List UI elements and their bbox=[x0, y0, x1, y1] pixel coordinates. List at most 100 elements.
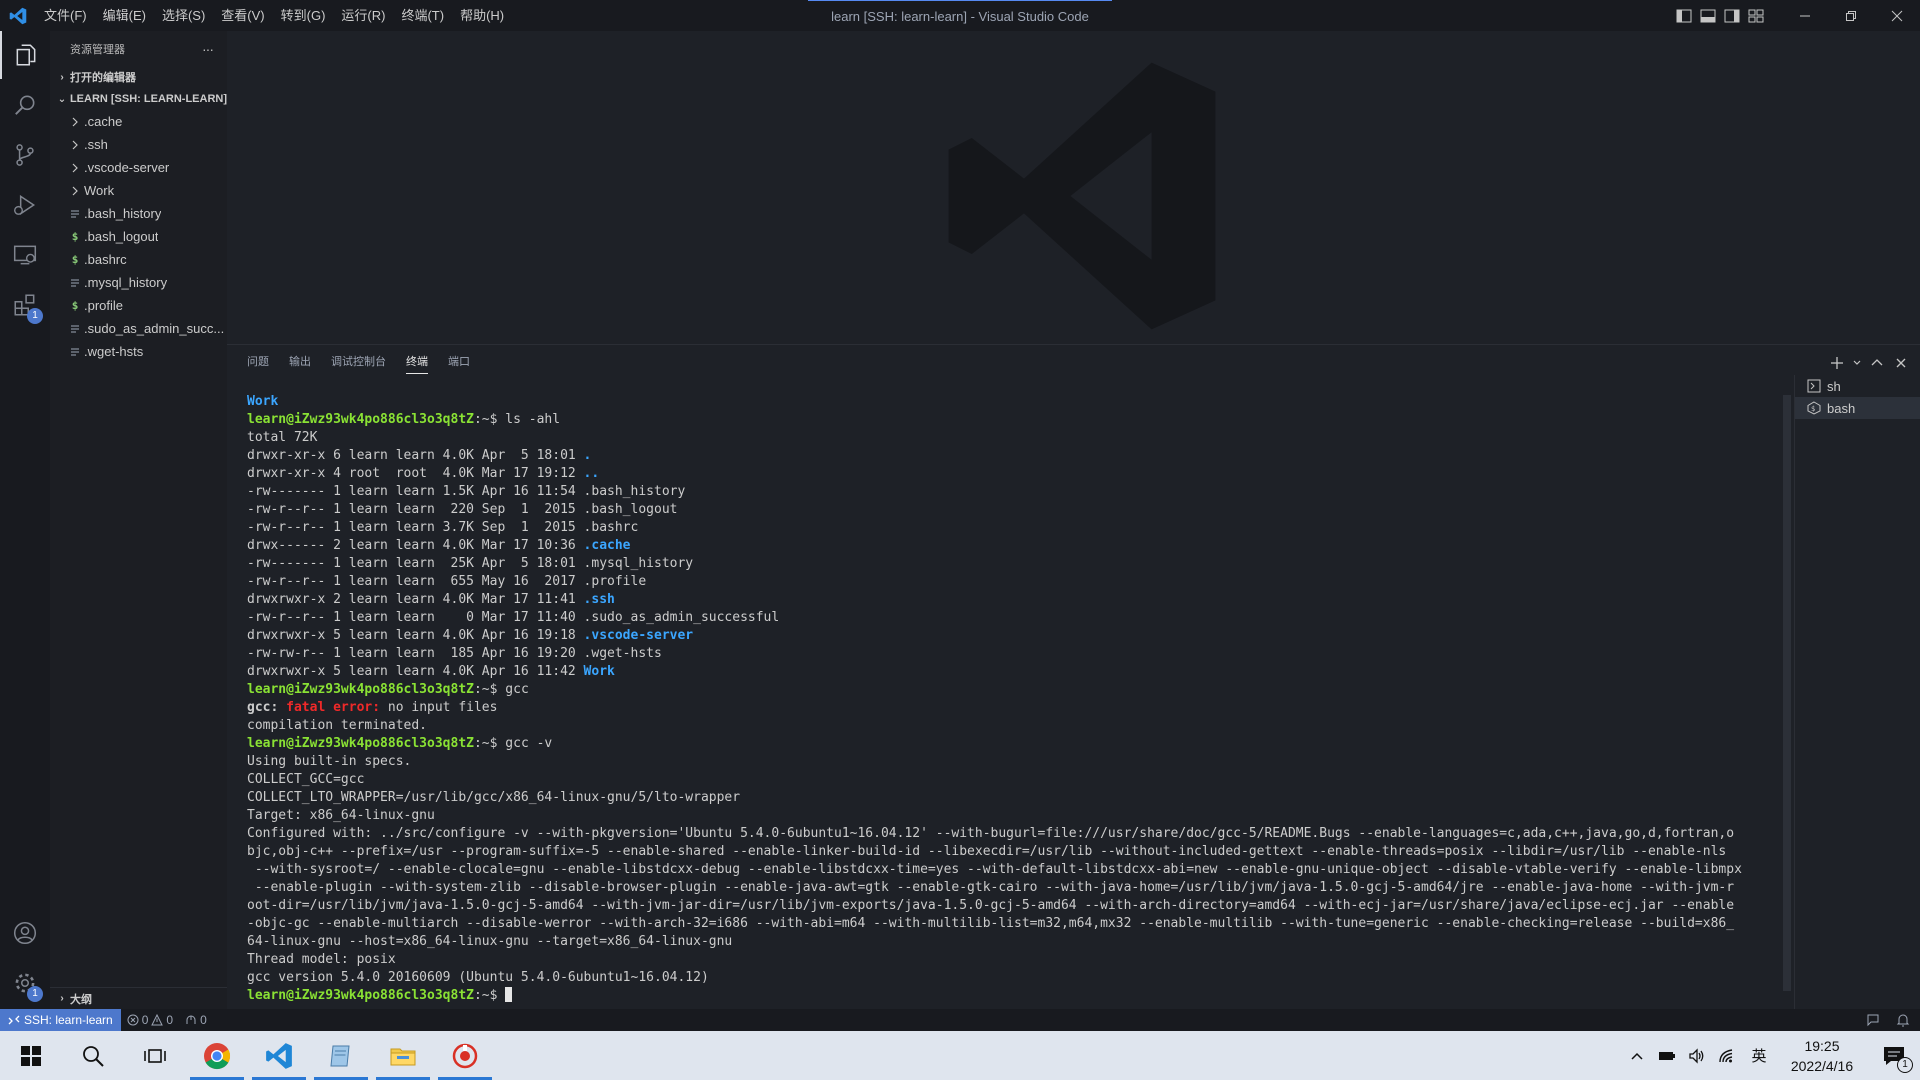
problems-status[interactable]: 0 0 bbox=[121, 1013, 179, 1027]
workspace-label: LEARN [SSH: LEARN-LEARN] bbox=[69, 93, 227, 105]
close-panel-icon[interactable] bbox=[1892, 353, 1910, 373]
title-controls bbox=[1672, 0, 1920, 31]
terminal-list: sh $ bash bbox=[1794, 375, 1920, 1009]
ports-count: 0 bbox=[200, 1013, 207, 1027]
outline-section[interactable]: › 大纲 bbox=[50, 987, 227, 1009]
run-debug-icon[interactable] bbox=[0, 181, 50, 229]
settings-gear-icon[interactable]: 1 bbox=[0, 959, 50, 1007]
accounts-icon[interactable] bbox=[0, 909, 50, 957]
terminal-output[interactable]: Work learn@iZwz93wk4po886cl3o3q8tZ:~$ ls … bbox=[247, 393, 1807, 1005]
battery-icon[interactable] bbox=[1652, 1031, 1682, 1080]
customize-layout-icon[interactable] bbox=[1744, 0, 1768, 31]
explorer-icon[interactable] bbox=[0, 31, 50, 79]
terminal-text: :~$ ls -ahl bbox=[473, 412, 561, 427]
terminal-text: .ssh bbox=[583, 592, 615, 607]
tree-file[interactable]: $ .bashrc bbox=[50, 248, 227, 271]
tab-terminal[interactable]: 终端 bbox=[396, 345, 438, 380]
more-actions-button[interactable]: ··· bbox=[202, 41, 214, 57]
tree-folder[interactable]: .vscode-server bbox=[50, 156, 227, 179]
tray-expand-icon[interactable] bbox=[1622, 1031, 1652, 1080]
new-terminal-icon[interactable] bbox=[1828, 353, 1846, 373]
terminal-entry-bash[interactable]: $ bash bbox=[1795, 397, 1920, 419]
menu-edit[interactable]: 编辑(E) bbox=[95, 0, 154, 31]
restore-icon[interactable] bbox=[1828, 0, 1874, 31]
tree-file[interactable]: .wget-hsts bbox=[50, 340, 227, 363]
ports-icon bbox=[186, 1015, 196, 1024]
toggle-secondary-sidebar-icon[interactable] bbox=[1720, 0, 1744, 31]
tree-file[interactable]: $ .bash_logout bbox=[50, 225, 227, 248]
terminal-line: COLLECT_GCC=gcc bbox=[247, 771, 1807, 789]
tree-folder[interactable]: .cache bbox=[50, 110, 227, 133]
terminal-text: COLLECT_LTO_WRAPPER=/usr/lib/gcc/x86_64-… bbox=[247, 790, 741, 805]
notebook-app-icon[interactable] bbox=[310, 1031, 372, 1080]
terminal-text: :~$ gcc -v bbox=[473, 736, 553, 751]
terminal-text: Configured with: ../src/configure -v --w… bbox=[247, 826, 1735, 841]
vscode-app-icon[interactable] bbox=[248, 1031, 310, 1080]
toggle-panel-icon[interactable] bbox=[1696, 0, 1720, 31]
source-control-icon[interactable] bbox=[0, 131, 50, 179]
tree-file[interactable]: $ .profile bbox=[50, 294, 227, 317]
menu-run[interactable]: 运行(R) bbox=[333, 0, 393, 31]
terminal-entry-sh[interactable]: sh bbox=[1795, 375, 1920, 397]
windows-start-icon[interactable] bbox=[0, 1031, 62, 1080]
menu-go[interactable]: 转到(G) bbox=[273, 0, 334, 31]
remote-indicator[interactable]: SSH: learn-learn bbox=[0, 1009, 121, 1031]
terminal-text: Work bbox=[247, 394, 279, 409]
tree-folder[interactable]: .ssh bbox=[50, 133, 227, 156]
tree-file[interactable]: .sudo_as_admin_succ... bbox=[50, 317, 227, 340]
menu-view[interactable]: 查看(V) bbox=[213, 0, 272, 31]
menu-selection[interactable]: 选择(S) bbox=[154, 0, 213, 31]
vscode-logo-icon[interactable] bbox=[0, 0, 36, 31]
taskbar-clock[interactable]: 19:25 2022/4/16 bbox=[1776, 1031, 1868, 1080]
tree-file[interactable]: .bash_history bbox=[50, 202, 227, 225]
close-icon[interactable] bbox=[1874, 0, 1920, 31]
terminal-text: drwxrwxr-x 5 learn learn 4.0K Apr 16 19:… bbox=[247, 628, 584, 643]
remote-client-app-icon[interactable] bbox=[434, 1031, 496, 1080]
menu-help[interactable]: 帮助(H) bbox=[452, 0, 512, 31]
tab-problems[interactable]: 问题 bbox=[237, 345, 279, 380]
extensions-badge: 1 bbox=[27, 308, 43, 324]
input-method-indicator[interactable]: 英 bbox=[1742, 1031, 1776, 1080]
file-explorer-app-icon[interactable] bbox=[372, 1031, 434, 1080]
chrome-app-icon[interactable] bbox=[186, 1031, 248, 1080]
taskbar-search-icon[interactable] bbox=[62, 1031, 124, 1080]
action-center-icon[interactable]: 1 bbox=[1868, 1031, 1920, 1080]
terminal-line: -rw-rw-r-- 1 learn learn 185 Apr 16 19:2… bbox=[247, 645, 1807, 663]
extensions-icon[interactable]: 1 bbox=[0, 281, 50, 329]
search-icon[interactable] bbox=[0, 81, 50, 129]
terminal-line: total 72K bbox=[247, 429, 1807, 447]
tab-output[interactable]: 输出 bbox=[279, 345, 321, 380]
ports-status[interactable]: 0 bbox=[179, 1013, 213, 1027]
chevron-down-icon: ⌄ bbox=[57, 93, 67, 105]
terminal-text: --enable-plugin --with-system-zlib --dis… bbox=[247, 880, 1735, 895]
tab-ports[interactable]: 端口 bbox=[438, 345, 480, 380]
menu-terminal[interactable]: 终端(T) bbox=[393, 0, 452, 31]
feedback-icon[interactable] bbox=[1866, 1013, 1880, 1027]
task-view-icon[interactable] bbox=[124, 1031, 186, 1080]
volume-icon[interactable] bbox=[1682, 1031, 1712, 1080]
terminal-text: no input files bbox=[387, 700, 498, 715]
vscode-watermark-icon bbox=[948, 62, 1216, 330]
tree-file[interactable]: .mysql_history bbox=[50, 271, 227, 294]
terminal-dropdown-icon[interactable] bbox=[1852, 353, 1862, 373]
tab-debug-console[interactable]: 调试控制台 bbox=[321, 345, 396, 380]
open-editors-section[interactable]: › 打开的编辑器 bbox=[50, 66, 227, 88]
terminal-scrollbar[interactable] bbox=[1783, 395, 1791, 991]
remote-explorer-icon[interactable] bbox=[0, 231, 50, 279]
terminal-text: fatal error: bbox=[286, 700, 388, 715]
bell-icon[interactable] bbox=[1896, 1013, 1910, 1027]
toggle-primary-sidebar-icon[interactable] bbox=[1672, 0, 1696, 31]
terminal-text: :~$ gcc bbox=[473, 682, 529, 697]
workspace-section[interactable]: ⌄ LEARN [SSH: LEARN-LEARN] bbox=[50, 88, 227, 110]
maximize-panel-icon[interactable] bbox=[1868, 353, 1886, 373]
editor-area[interactable] bbox=[227, 31, 1920, 344]
terminal-line: compilation terminated. bbox=[247, 717, 1807, 735]
minimize-icon[interactable] bbox=[1782, 0, 1828, 31]
tree-folder[interactable]: Work bbox=[50, 179, 227, 202]
terminal-line: bjc,obj-c++ --prefix=/usr --program-suff… bbox=[247, 843, 1807, 861]
wifi-icon[interactable] bbox=[1712, 1031, 1742, 1080]
terminal-text: :~$ bbox=[473, 988, 506, 1003]
terminal-entry-label: bash bbox=[1827, 400, 1856, 416]
terminal-text: -rw-rw-r-- 1 learn learn 185 Apr 16 19:2… bbox=[247, 646, 662, 661]
menu-file[interactable]: 文件(F) bbox=[36, 0, 95, 31]
